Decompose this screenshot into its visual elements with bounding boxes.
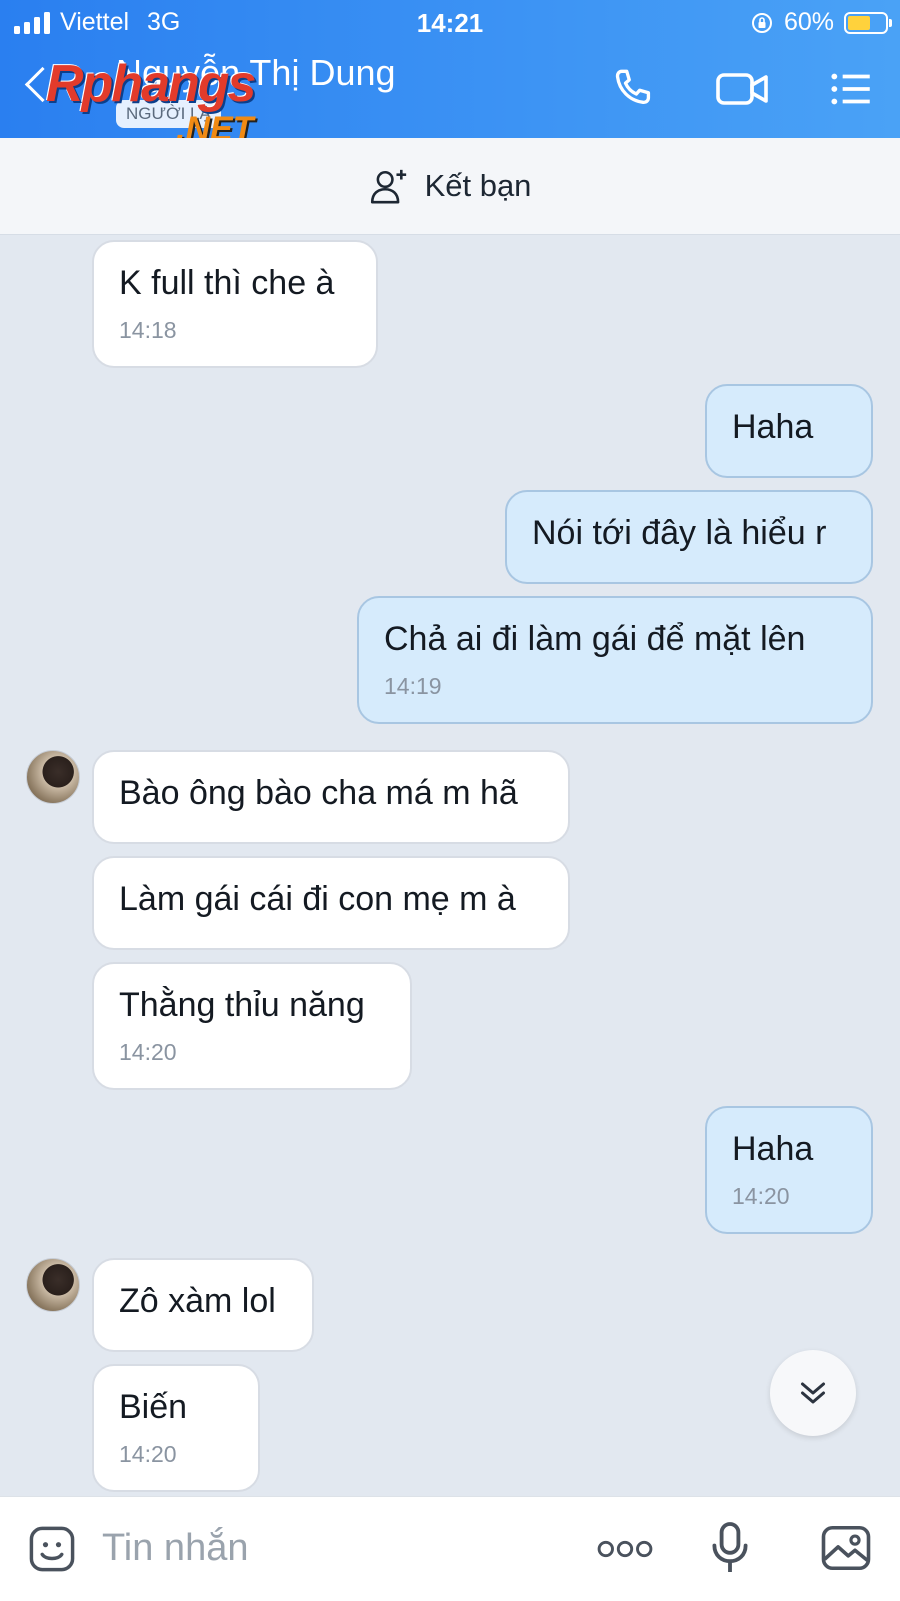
message-input-bar: Tin nhắn — [0, 1496, 900, 1601]
message-text: K full thì che à — [119, 264, 335, 302]
message-bubble-incoming[interactable]: Zô xàm lol — [92, 1258, 314, 1352]
back-icon[interactable] — [24, 66, 61, 103]
message-text: Biến — [119, 1388, 188, 1426]
message-text: Bào ông bào cha má m hã — [119, 774, 518, 812]
message-time: 14:19 — [384, 673, 442, 699]
add-friend-button[interactable]: Kết bạn — [0, 138, 900, 235]
more-icon[interactable] — [596, 1533, 654, 1565]
message-bubble-incoming[interactable]: Thằng thỉu năng 14:20 — [92, 962, 412, 1090]
message-time: 14:20 — [119, 1441, 177, 1467]
message-input[interactable]: Tin nhắn — [102, 1527, 248, 1570]
video-call-icon[interactable] — [714, 64, 770, 114]
message-bubble-outgoing[interactable]: Haha — [705, 384, 873, 478]
sticker-icon[interactable] — [26, 1523, 78, 1575]
message-time: 14:20 — [732, 1183, 790, 1209]
message-text: Thằng thỉu năng — [119, 986, 365, 1024]
message-text: Nói tới đây là hiểu r — [532, 514, 827, 552]
message-bubble-outgoing[interactable]: Haha 14:20 — [705, 1106, 873, 1234]
status-right: 60% — [750, 8, 892, 37]
message-list[interactable]: K full thì che à 14:18 Haha Nói tới đây … — [0, 234, 900, 1496]
message-time: 14:20 — [119, 1039, 177, 1065]
message-text: Haha — [732, 1130, 814, 1168]
microphone-icon[interactable] — [706, 1519, 754, 1577]
message-bubble-outgoing[interactable]: Chả ai đi làm gái để mặt lên 14:19 — [357, 596, 873, 724]
message-bubble-incoming[interactable]: K full thì che à 14:18 — [92, 240, 378, 368]
double-chevron-down-icon — [801, 1382, 825, 1404]
message-bubble-incoming[interactable]: Bào ông bào cha má m hã — [92, 750, 570, 844]
message-time: 14:18 — [119, 317, 177, 343]
contact-avatar[interactable] — [26, 1258, 80, 1312]
rotation-lock-icon — [751, 12, 772, 33]
add-friend-icon — [370, 169, 406, 204]
chat-header: Viettel 3G 14:21 60% Nguyễn Thị Dung NGƯ… — [0, 0, 900, 148]
image-icon[interactable] — [818, 1521, 874, 1575]
message-text: Haha — [732, 408, 814, 446]
message-bubble-incoming[interactable]: Làm gái cái đi con mẹ m à — [92, 856, 570, 950]
contact-name[interactable]: Nguyễn Thị Dung — [116, 52, 396, 94]
phone-icon[interactable] — [608, 64, 658, 114]
message-text: Chả ai đi làm gái để mặt lên — [384, 620, 806, 658]
message-text: Làm gái cái đi con mẹ m à — [119, 880, 516, 918]
menu-list-icon[interactable] — [826, 64, 876, 114]
message-bubble-outgoing[interactable]: Nói tới đây là hiểu r — [505, 490, 873, 584]
stranger-badge: NGƯỜI LẠ — [116, 100, 221, 128]
battery-percent: 60% — [783, 8, 834, 36]
add-friend-label: Kết bạn — [424, 168, 532, 203]
battery-icon — [844, 11, 892, 34]
contact-avatar[interactable] — [26, 750, 80, 804]
message-bubble-incoming[interactable]: Biến 14:20 — [92, 1364, 260, 1492]
scroll-to-bottom-button[interactable] — [770, 1350, 856, 1436]
status-bar: Viettel 3G 14:21 60% — [0, 0, 900, 46]
message-text: Zô xàm lol — [119, 1282, 276, 1320]
